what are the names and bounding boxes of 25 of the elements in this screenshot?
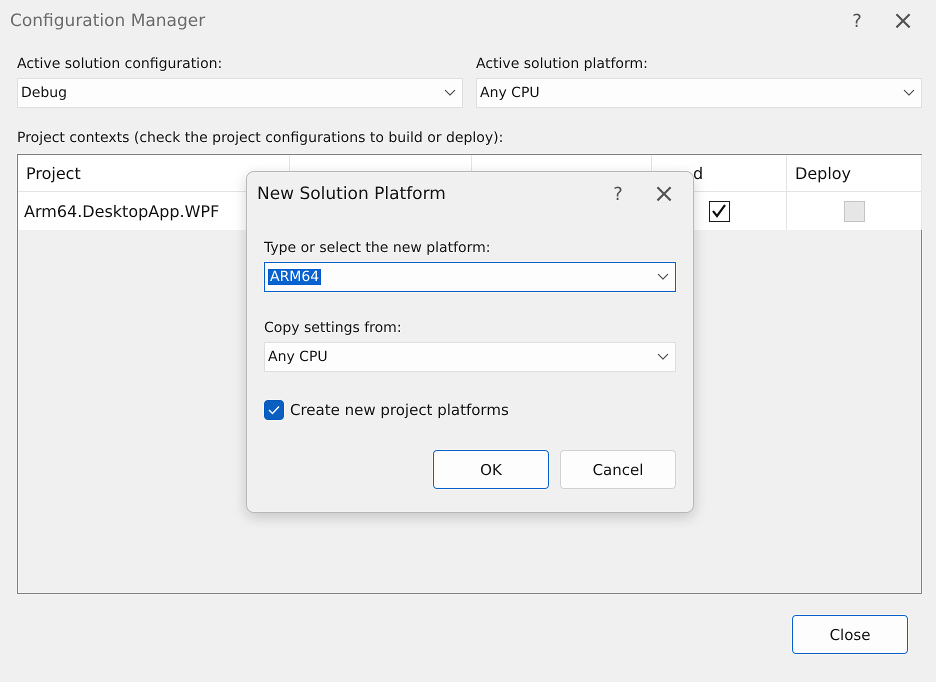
chevron-down-icon: [657, 353, 669, 361]
help-button[interactable]: ?: [595, 176, 641, 212]
create-platforms-label: Create new project platforms: [290, 401, 509, 419]
copy-settings-label: Copy settings from:: [264, 320, 403, 336]
checkmark-icon: [711, 204, 727, 218]
window-title: Configuration Manager: [10, 11, 206, 31]
cancel-button[interactable]: Cancel: [560, 450, 676, 489]
chevron-down-icon: [903, 89, 915, 97]
build-checkbox[interactable]: [708, 200, 730, 222]
chevron-down-icon: [444, 89, 456, 97]
platform-name-label: Type or select the new platform:: [264, 240, 492, 256]
chevron-down-icon: [657, 273, 669, 281]
close-dialog-button[interactable]: Close: [792, 615, 908, 654]
configuration-dropdown[interactable]: Debug: [17, 78, 463, 108]
platform-label: Active solution platform:: [476, 56, 649, 72]
project-contexts-label: Project contexts (check the project configurations to build or deploy):: [17, 130, 504, 146]
ok-button[interactable]: OK: [433, 450, 549, 489]
help-button[interactable]: ?: [834, 3, 880, 39]
configuration-label: Active solution configuration:: [17, 56, 224, 72]
create-platforms-checkbox[interactable]: [264, 400, 284, 420]
copy-settings-dropdown[interactable]: Any CPU: [264, 342, 676, 372]
platform-dropdown[interactable]: Any CPU: [476, 78, 922, 108]
close-button[interactable]: ×: [880, 3, 926, 39]
checkmark-icon: [268, 405, 280, 415]
platform-name-combobox[interactable]: ARM64: [264, 262, 676, 292]
